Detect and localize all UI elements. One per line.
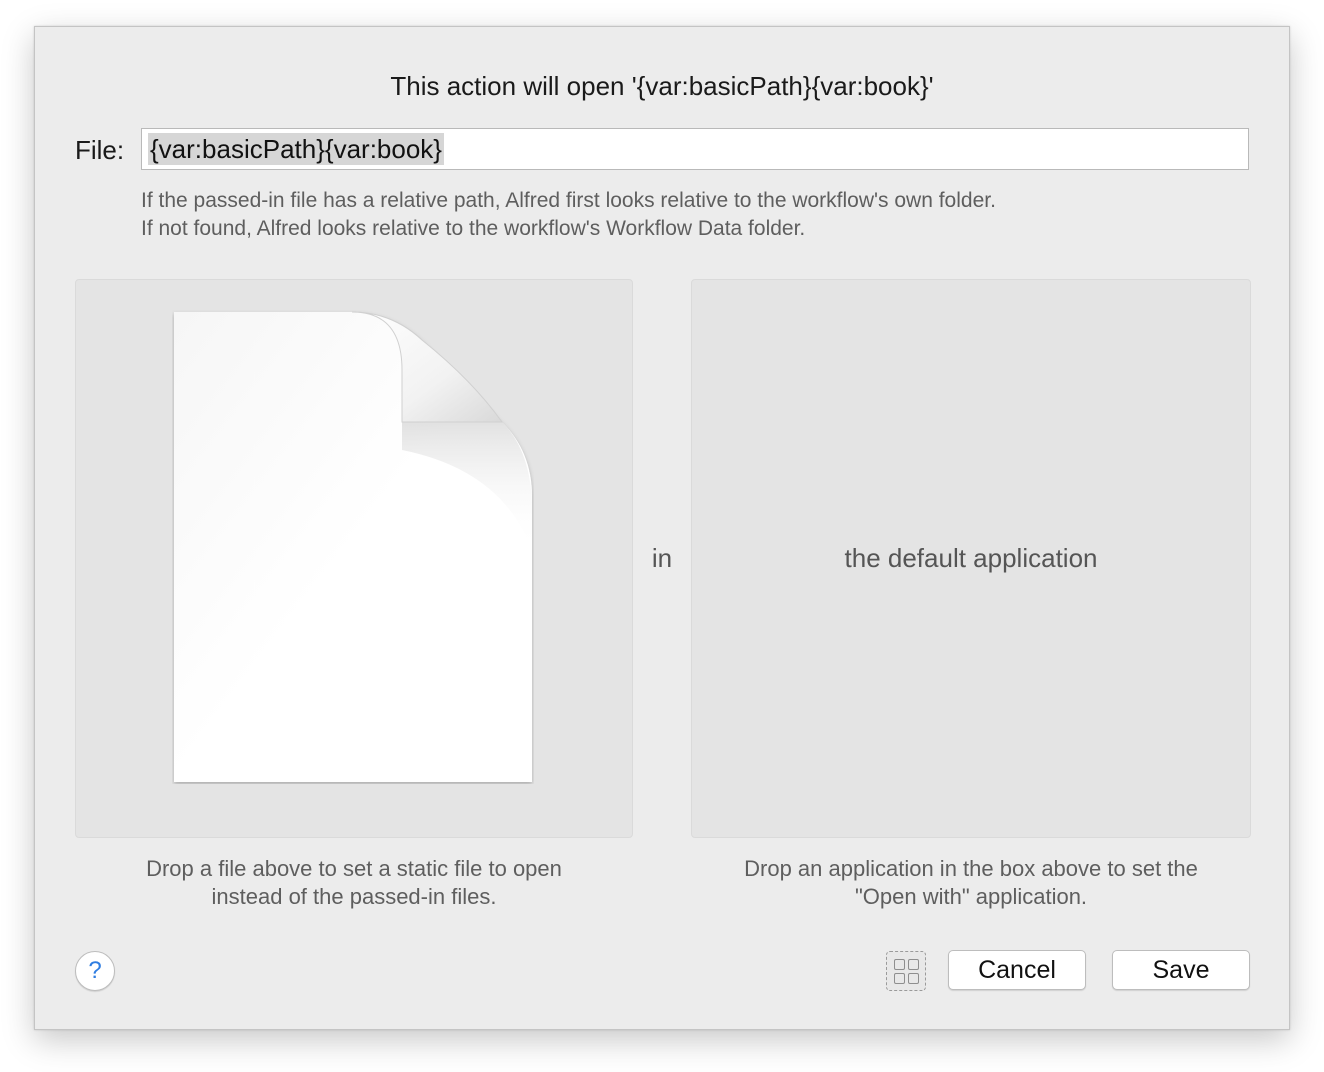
hint-line-2: If not found, Alfred looks relative to t… (141, 217, 806, 240)
file-path-input[interactable]: {var:basicPath}{var:book} (141, 128, 1249, 170)
default-application-label: the default application (844, 543, 1098, 573)
in-connector-label: in (651, 543, 673, 573)
hint-line-1: If the passed-in file has a relative pat… (141, 189, 996, 212)
app-drop-caption-line-2: "Open with" application. (854, 884, 1088, 909)
blank-document-icon (174, 311, 532, 782)
app-drop-caption: Drop an application in the box above to … (691, 855, 1251, 911)
application-drop-well[interactable]: the default application (691, 279, 1251, 838)
cancel-button[interactable]: Cancel (948, 950, 1086, 990)
file-drop-caption: Drop a file above to set a static file t… (75, 855, 633, 911)
help-button[interactable]: ? (75, 951, 115, 991)
save-button[interactable]: Save (1112, 950, 1250, 990)
question-mark-icon: ? (88, 957, 102, 984)
relative-path-hint: If the passed-in file has a relative pat… (141, 187, 996, 243)
file-path-value: {var:basicPath}{var:book} (148, 133, 444, 165)
file-drop-caption-line-2: instead of the passed-in files. (211, 884, 497, 909)
file-drop-caption-line-1: Drop a file above to set a static file t… (146, 856, 562, 881)
file-drop-well[interactable] (75, 279, 633, 838)
dialog-title: This action will open '{var:basicPath}{v… (390, 71, 934, 101)
file-label: File: (75, 135, 125, 165)
app-drop-caption-line-1: Drop an application in the box above to … (744, 856, 1198, 881)
grid-icon[interactable] (886, 951, 926, 991)
open-file-dialog: This action will open '{var:basicPath}{v… (34, 26, 1290, 1030)
